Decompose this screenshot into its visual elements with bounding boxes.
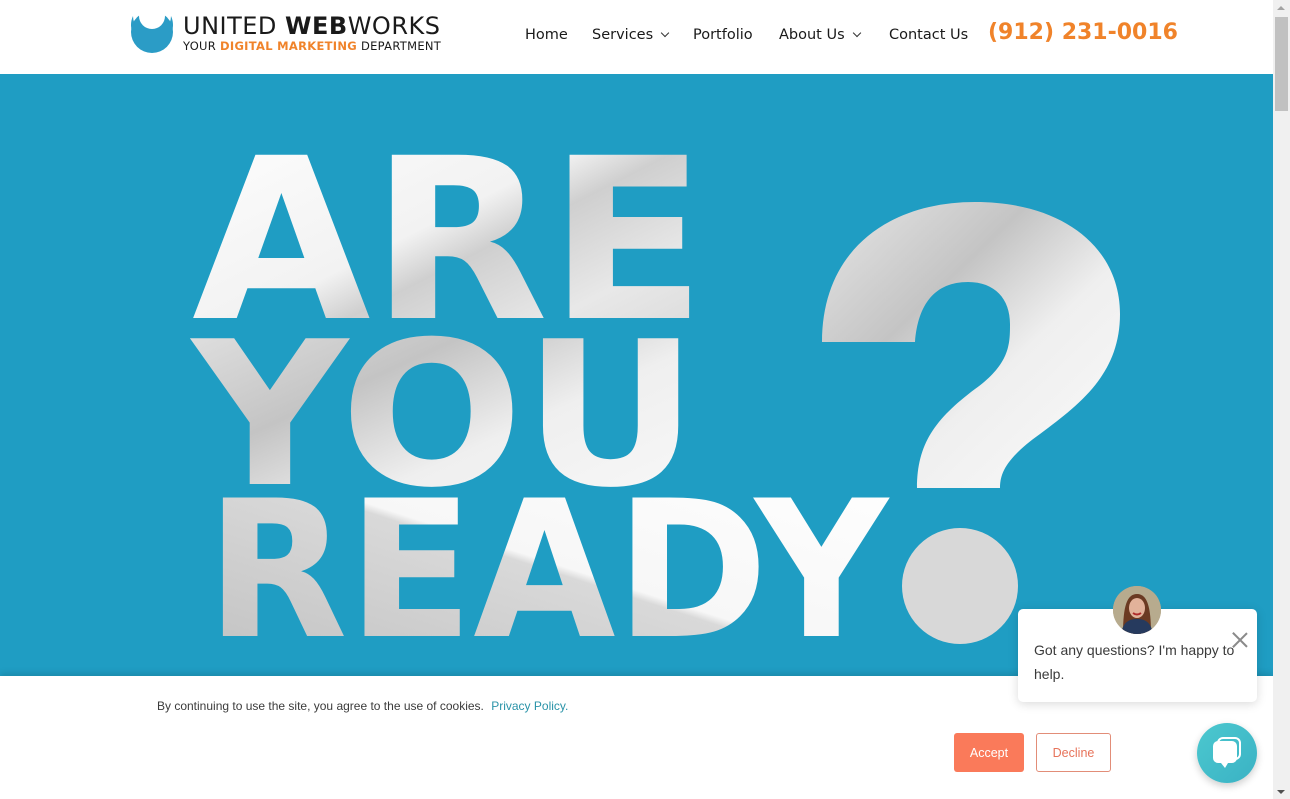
nav-about-us[interactable]: About Us bbox=[779, 27, 861, 43]
tagline-part: YOUR bbox=[183, 38, 221, 53]
logo[interactable]: UNITED WEBWORKS YOUR DIGITAL MARKETING D… bbox=[129, 3, 441, 58]
logo-title-bold: WEB bbox=[285, 11, 348, 40]
nav-label: Contact Us bbox=[889, 27, 969, 43]
cookie-message: By continuing to use the site, you agree… bbox=[157, 699, 568, 713]
logo-title-part: UNITED bbox=[183, 11, 286, 40]
scroll-down-arrow-icon[interactable] bbox=[1277, 790, 1285, 794]
nav-portfolio[interactable]: Portfolio bbox=[693, 27, 753, 43]
chat-greeting-text: Got any questions? I'm happy to help. bbox=[1034, 642, 1235, 682]
hero-banner: ARE YOU READY bbox=[0, 74, 1273, 678]
nav-label: Portfolio bbox=[693, 27, 753, 43]
cookie-message-text: By continuing to use the site, you agree… bbox=[157, 699, 484, 713]
chat-launcher-button[interactable] bbox=[1197, 723, 1257, 783]
nav-contact-us[interactable]: Contact Us bbox=[889, 27, 968, 43]
nav-label: Services bbox=[592, 27, 654, 43]
chevron-down-icon bbox=[852, 28, 861, 38]
logo-tagline: YOUR DIGITAL MARKETING DEPARTMENT bbox=[183, 38, 442, 53]
tagline-accent: DIGITAL MARKETING bbox=[220, 38, 357, 53]
accept-cookies-button[interactable]: Accept bbox=[954, 733, 1024, 772]
phone-number-link[interactable]: (912) 231-0016 bbox=[988, 20, 1178, 45]
nav-services[interactable]: Services bbox=[592, 27, 670, 43]
agent-avatar bbox=[1113, 586, 1161, 634]
logo-title: UNITED WEBWORKS bbox=[183, 14, 441, 38]
nav-label: About Us bbox=[779, 27, 845, 43]
tagline-part: DEPARTMENT bbox=[357, 38, 442, 53]
decline-cookies-button[interactable]: Decline bbox=[1036, 733, 1111, 772]
chat-bubble-icon bbox=[1213, 737, 1241, 768]
hero-word-ready: READY bbox=[206, 460, 890, 678]
logo-title-part: WORKS bbox=[347, 11, 441, 40]
page-scrollbar[interactable] bbox=[1273, 0, 1290, 799]
logo-text: UNITED WEBWORKS YOUR DIGITAL MARKETING D… bbox=[183, 14, 441, 53]
site-header: UNITED WEBWORKS YOUR DIGITAL MARKETING D… bbox=[0, 0, 1273, 74]
nav-home[interactable]: Home bbox=[525, 27, 568, 43]
privacy-policy-link[interactable]: Privacy Policy. bbox=[491, 699, 568, 713]
hero-graphic: ARE YOU READY bbox=[190, 110, 1120, 678]
logo-mark-icon bbox=[129, 3, 175, 56]
page: UNITED WEBWORKS YOUR DIGITAL MARKETING D… bbox=[0, 0, 1290, 799]
scrollbar-thumb[interactable] bbox=[1275, 17, 1288, 111]
nav-label: Home bbox=[525, 27, 568, 43]
scroll-up-arrow-icon[interactable] bbox=[1277, 6, 1285, 10]
close-icon[interactable] bbox=[1232, 632, 1248, 648]
chevron-down-icon bbox=[660, 28, 670, 38]
